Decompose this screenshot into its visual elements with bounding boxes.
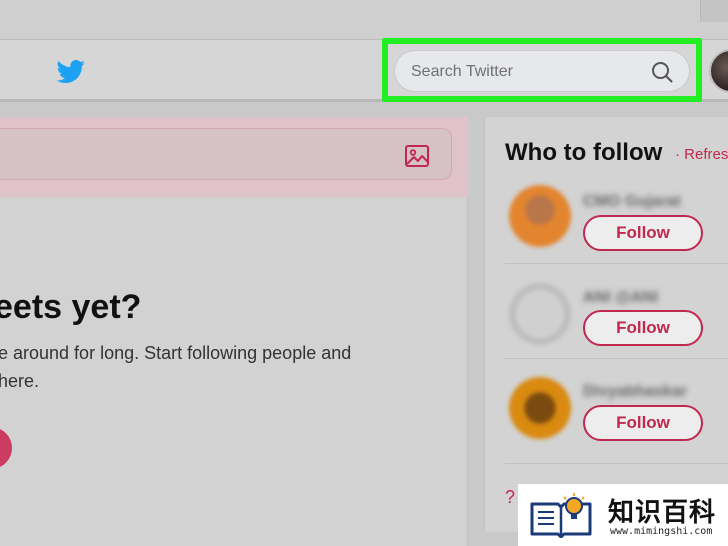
suggestion-avatar[interactable] xyxy=(509,283,571,345)
suggestion-name[interactable]: Divyabhaskar xyxy=(583,383,728,401)
follow-button[interactable]: Follow xyxy=(583,215,703,251)
watermark-url: www.mimingshi.com xyxy=(610,526,713,537)
main-timeline xyxy=(0,117,468,546)
follow-button[interactable]: Follow xyxy=(583,310,703,346)
image-icon[interactable] xyxy=(404,143,430,169)
suggestion-name[interactable]: ANI @ANI xyxy=(583,289,728,307)
empty-state-text: e around for long. Start following peopl… xyxy=(0,339,398,395)
compose-input[interactable] xyxy=(0,128,452,180)
empty-state-heading: eets yet? xyxy=(0,288,142,326)
search-highlight-box xyxy=(382,38,702,102)
twitter-bird-icon[interactable] xyxy=(56,60,86,84)
who-to-follow-title: Who to follow xyxy=(505,139,663,166)
book-lightbulb-logo-icon xyxy=(530,493,592,538)
watermark-title: 知识百科 xyxy=(608,498,717,528)
who-to-follow-panel: Who to follow · Refresh CMO Gujarat Foll… xyxy=(484,117,728,532)
suggestion-name[interactable]: CMO Gujarat xyxy=(583,193,728,211)
follow-button[interactable]: Follow xyxy=(583,405,703,441)
empty-state-line-1: e around for long. Start following peopl… xyxy=(0,343,352,363)
suggestion-avatar[interactable] xyxy=(509,377,571,439)
top-right-control xyxy=(700,0,728,22)
suggestion-avatar[interactable] xyxy=(509,185,571,247)
divider xyxy=(505,358,728,359)
empty-state-line-2: here. xyxy=(0,371,40,391)
show-more-link[interactable]: ? xyxy=(505,487,515,508)
divider xyxy=(505,263,728,264)
compose-area xyxy=(0,117,468,197)
divider xyxy=(505,463,728,464)
watermark: 知识百科 www.mimingshi.com xyxy=(518,484,728,546)
refresh-link[interactable]: · Refresh xyxy=(675,146,728,163)
browser-top-bar xyxy=(0,0,728,40)
